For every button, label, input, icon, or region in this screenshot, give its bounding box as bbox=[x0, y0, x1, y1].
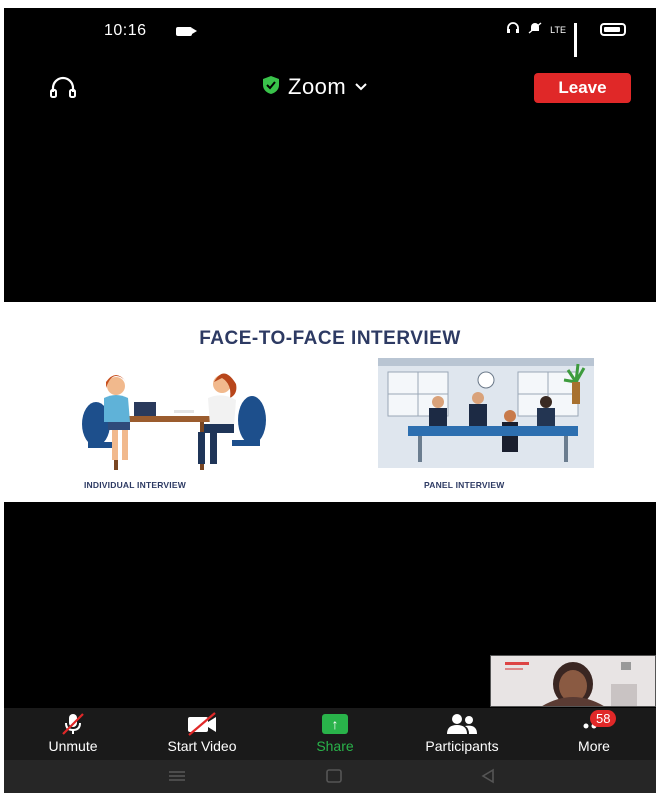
participants-label: Participants bbox=[425, 738, 499, 754]
headphones-status-icon bbox=[506, 22, 520, 37]
participant-video-thumbnail[interactable] bbox=[490, 655, 656, 707]
more-label: More bbox=[578, 738, 610, 754]
system-icons: LTE bbox=[506, 22, 626, 57]
network-type-icon: LTE bbox=[550, 24, 566, 35]
left-caption: INDIVIDUAL INTERVIEW bbox=[84, 480, 186, 490]
start-video-button[interactable]: Start Video bbox=[150, 712, 254, 754]
individual-interview-illustration bbox=[74, 364, 274, 474]
right-caption: PANEL INTERVIEW bbox=[424, 480, 505, 490]
meeting-toolbar: Unmute Start Video ↑ Share Participants … bbox=[4, 708, 656, 760]
participants-button[interactable]: Participants bbox=[404, 712, 520, 754]
shield-icon bbox=[262, 75, 280, 100]
battery-icon bbox=[600, 23, 626, 36]
more-button[interactable]: 58 More bbox=[562, 710, 626, 754]
phone-screen: 10:16 LTE Zoom Leave FACE-TO-FACE INTERV… bbox=[4, 8, 656, 793]
system-navigation-bar bbox=[4, 760, 656, 793]
meeting-title-dropdown[interactable]: Zoom bbox=[262, 74, 368, 100]
video-off-icon bbox=[150, 712, 254, 736]
panel-interview-illustration bbox=[378, 358, 594, 468]
more-dots-icon: 58 bbox=[562, 710, 626, 736]
back-icon[interactable] bbox=[478, 768, 498, 789]
share-label: Share bbox=[316, 738, 354, 754]
shared-screen: FACE-TO-FACE INTERVIEW INDIVIDUAL INTERV… bbox=[4, 302, 656, 502]
menu-icon[interactable] bbox=[166, 768, 188, 789]
unmute-label: Unmute bbox=[48, 738, 98, 754]
share-button[interactable]: ↑ Share bbox=[300, 712, 370, 754]
unmute-button[interactable]: Unmute bbox=[38, 712, 108, 754]
mic-muted-icon bbox=[38, 712, 108, 736]
meeting-header: Zoom Leave bbox=[4, 70, 656, 110]
camera-in-use-icon bbox=[176, 27, 197, 36]
participant-count-badge: 58 bbox=[590, 710, 617, 727]
participants-icon bbox=[404, 712, 520, 736]
home-icon[interactable] bbox=[324, 768, 344, 789]
clock: 10:16 bbox=[104, 22, 147, 39]
mute-status-icon bbox=[528, 22, 542, 37]
status-bar: 10:16 LTE bbox=[4, 8, 656, 57]
signal-icon bbox=[574, 23, 592, 57]
chevron-down-icon bbox=[354, 78, 368, 96]
start-video-label: Start Video bbox=[167, 738, 237, 754]
meeting-title: Zoom bbox=[288, 74, 347, 99]
share-arrow-icon: ↑ bbox=[322, 714, 348, 734]
headset-icon[interactable] bbox=[48, 76, 78, 107]
slide-title: FACE-TO-FACE INTERVIEW bbox=[199, 328, 461, 349]
leave-button[interactable]: Leave bbox=[534, 73, 631, 103]
